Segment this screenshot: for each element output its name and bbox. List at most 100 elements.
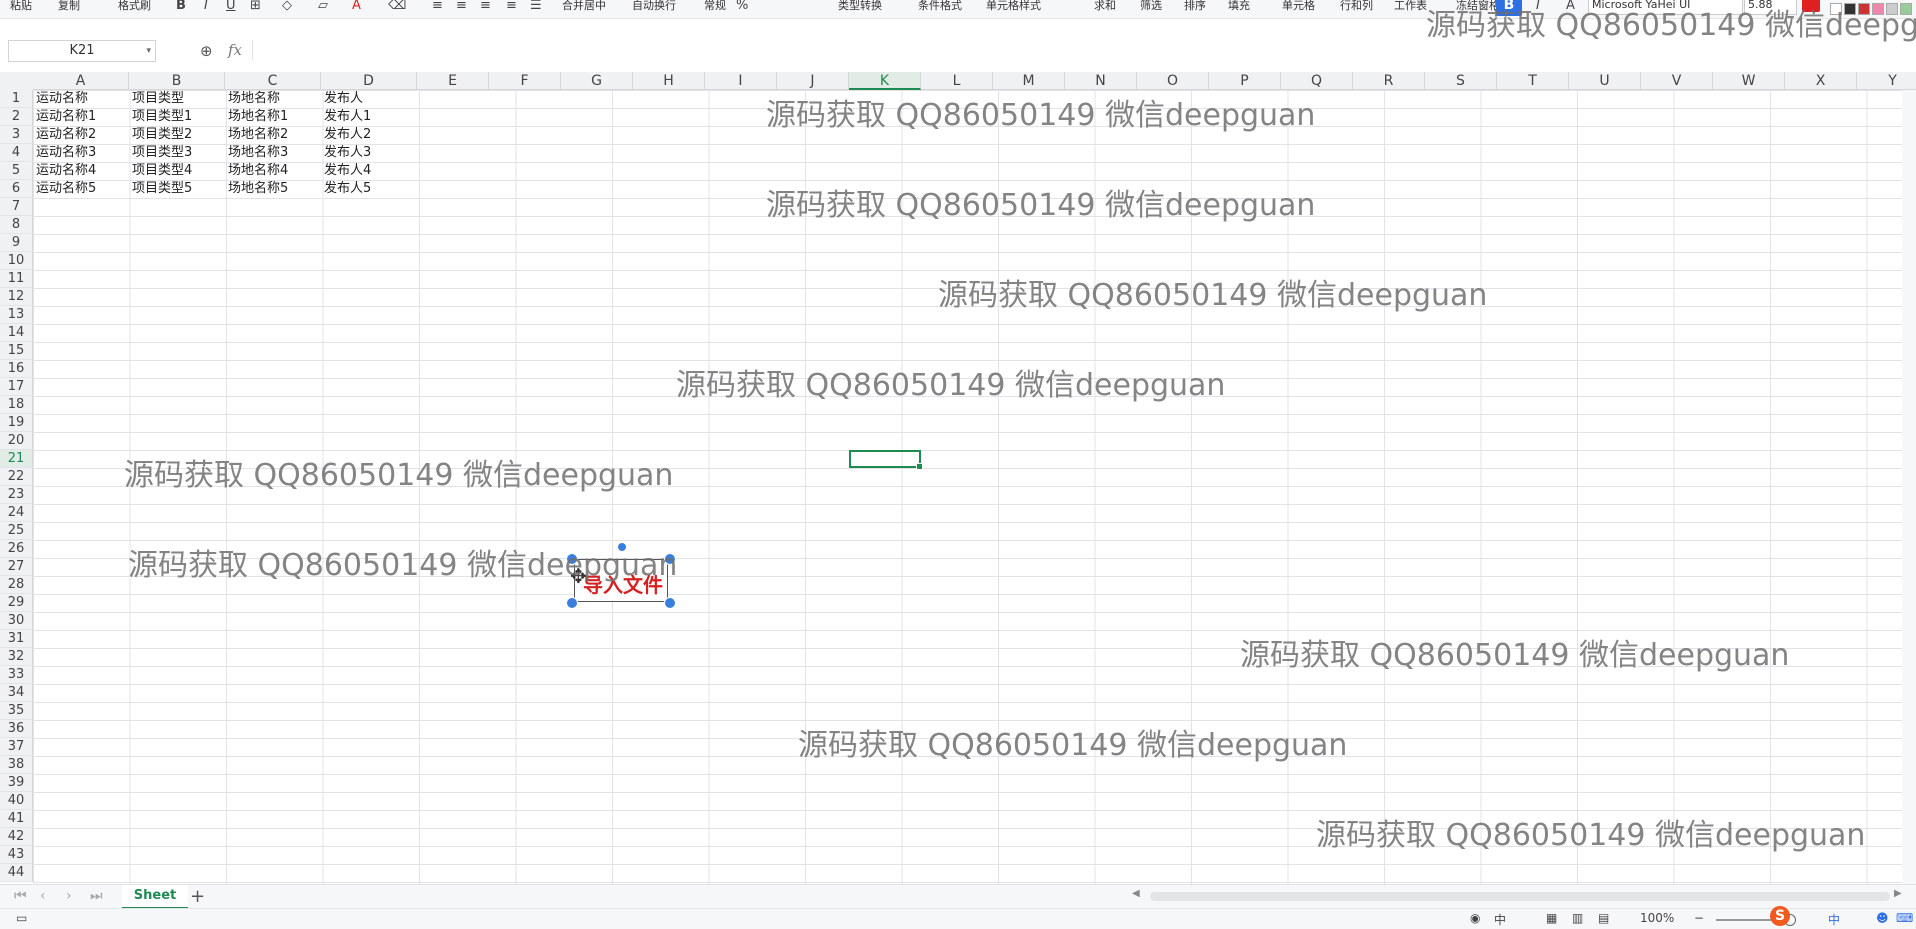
row-header[interactable]: 2	[0, 108, 33, 126]
column-header-n[interactable]: N	[1065, 72, 1137, 90]
border-icon[interactable]: ⊞	[250, 0, 261, 12]
row-header[interactable]: 7	[0, 198, 33, 216]
row-header[interactable]: 38	[0, 756, 33, 774]
table-cell[interactable]: 场地名称3	[228, 144, 288, 162]
resize-handle-bottom-right[interactable]	[664, 597, 676, 609]
sheet-tab[interactable]: Sheet	[122, 885, 188, 909]
row-header[interactable]: 15	[0, 342, 33, 360]
sort-button[interactable]: 排序	[1184, 0, 1206, 16]
normal-view-icon[interactable]: ▦	[1546, 911, 1557, 925]
row-header[interactable]: 42	[0, 828, 33, 846]
column-header-c[interactable]: C	[225, 72, 321, 90]
row-header[interactable]: 22	[0, 468, 33, 486]
paste-button[interactable]: 粘贴	[10, 0, 32, 16]
select-all-corner[interactable]	[0, 72, 34, 91]
table-cell[interactable]: 发布人1	[324, 108, 371, 126]
number-format-select[interactable]: 常规	[704, 0, 726, 16]
macro-record-icon[interactable]: ▭	[16, 911, 27, 925]
fx-icon[interactable]: fx	[228, 41, 242, 59]
first-sheet-icon[interactable]: ⏮	[14, 888, 27, 904]
keyboard-icon[interactable]: ⌨	[1896, 911, 1913, 925]
cells-area[interactable]	[33, 90, 1916, 884]
table-cell[interactable]: 场地名称4	[228, 162, 288, 180]
table-cell[interactable]: 运动名称3	[36, 144, 96, 162]
header-cell[interactable]: 发布人	[324, 90, 363, 108]
row-header[interactable]: 30	[0, 612, 33, 630]
table-cell[interactable]: 运动名称1	[36, 108, 96, 126]
italic-toggle-icon[interactable]: I	[1536, 0, 1540, 12]
row-header[interactable]: 25	[0, 522, 33, 540]
column-header-q[interactable]: Q	[1281, 72, 1353, 90]
align-left-icon[interactable]: ≡	[432, 0, 443, 12]
table-cell[interactable]: 项目类型5	[132, 180, 192, 198]
row-header[interactable]: 32	[0, 648, 33, 666]
table-cell[interactable]: 发布人4	[324, 162, 371, 180]
scroll-right-icon[interactable]: ▶	[1894, 888, 1902, 899]
resize-handle-bottom-left[interactable]	[566, 597, 578, 609]
swatch-white-icon[interactable]	[1830, 3, 1842, 15]
column-header-u[interactable]: U	[1569, 72, 1641, 90]
close-handle-icon[interactable]	[664, 553, 676, 565]
row-header[interactable]: 11	[0, 270, 33, 288]
color-palette[interactable]	[1830, 0, 1916, 15]
row-header[interactable]: 9	[0, 234, 33, 252]
row-header[interactable]: 6	[0, 180, 33, 198]
row-header[interactable]: 23	[0, 486, 33, 504]
worksheet-button[interactable]: 工作表	[1394, 0, 1427, 16]
bold-toggle-button[interactable]: B	[1496, 0, 1522, 16]
cell-style-button[interactable]: 单元格样式	[986, 0, 1041, 16]
freeze-pane-button[interactable]: 冻结窗格	[1456, 0, 1500, 16]
column-header-f[interactable]: F	[489, 72, 561, 90]
filter-button[interactable]: 筛选	[1140, 0, 1162, 16]
column-header-d[interactable]: D	[321, 72, 417, 90]
page-break-icon[interactable]: ▤	[1598, 911, 1609, 925]
row-header[interactable]: 28	[0, 576, 33, 594]
swatch-black-icon[interactable]	[1844, 3, 1856, 15]
column-header-e[interactable]: E	[417, 72, 489, 90]
swatch-orange-icon[interactable]	[1872, 3, 1884, 15]
row-header[interactable]: 1	[0, 90, 33, 108]
column-header-s[interactable]: S	[1425, 72, 1497, 90]
zoom-out-icon[interactable]: −	[1694, 911, 1704, 925]
ime-mode-label[interactable]: 中	[1828, 911, 1840, 928]
rotate-handle[interactable]	[618, 543, 626, 551]
header-cell[interactable]: 项目类型	[132, 90, 184, 108]
highlight-icon[interactable]: ▱	[318, 0, 328, 12]
import-file-button[interactable]: 导入文件	[574, 559, 668, 602]
font-color-swatch[interactable]	[1802, 0, 1820, 12]
percent-icon[interactable]: %	[736, 0, 748, 12]
type-convert-button[interactable]: 类型转换	[838, 0, 882, 16]
row-header[interactable]: 12	[0, 288, 33, 306]
format-painter-button[interactable]: 格式刷	[118, 0, 151, 16]
row-header[interactable]: 19	[0, 414, 33, 432]
last-sheet-icon[interactable]: ⏭	[90, 888, 103, 904]
table-cell[interactable]: 项目类型2	[132, 126, 192, 144]
add-sheet-icon[interactable]: +	[190, 886, 205, 907]
vertical-scrollbar[interactable]	[1902, 90, 1916, 884]
fill-color-icon[interactable]: ◇	[282, 0, 292, 12]
row-header[interactable]: 29	[0, 594, 33, 612]
copy-button[interactable]: 复制	[58, 0, 80, 16]
sum-button[interactable]: 求和	[1094, 0, 1116, 16]
row-header[interactable]: 36	[0, 720, 33, 738]
row-header[interactable]: 20	[0, 432, 33, 450]
table-cell[interactable]: 发布人3	[324, 144, 371, 162]
chevron-down-icon[interactable]: ▾	[146, 41, 151, 61]
column-header-b[interactable]: B	[129, 72, 225, 90]
eye-protect-icon[interactable]: ◉	[1470, 911, 1480, 925]
row-header[interactable]: 40	[0, 792, 33, 810]
row-header[interactable]: 44	[0, 864, 33, 882]
formula-input[interactable]	[252, 40, 1913, 60]
sogou-ime-icon[interactable]: S	[1770, 906, 1790, 926]
emoji-icon[interactable]: ☻	[1876, 911, 1889, 925]
wrap-text-button[interactable]: 自动换行	[632, 0, 676, 16]
conditional-format-button[interactable]: 条件格式	[918, 0, 962, 16]
table-cell[interactable]: 项目类型3	[132, 144, 192, 162]
column-header-g[interactable]: G	[561, 72, 633, 90]
font-name-select[interactable]: Microsoft YaHei UI	[1588, 0, 1743, 15]
row-col-button[interactable]: 行和列	[1340, 0, 1373, 16]
row-header[interactable]: 3	[0, 126, 33, 144]
row-header[interactable]: 16	[0, 360, 33, 378]
row-header[interactable]: 37	[0, 738, 33, 756]
justify-icon[interactable]: ≡	[506, 0, 517, 12]
